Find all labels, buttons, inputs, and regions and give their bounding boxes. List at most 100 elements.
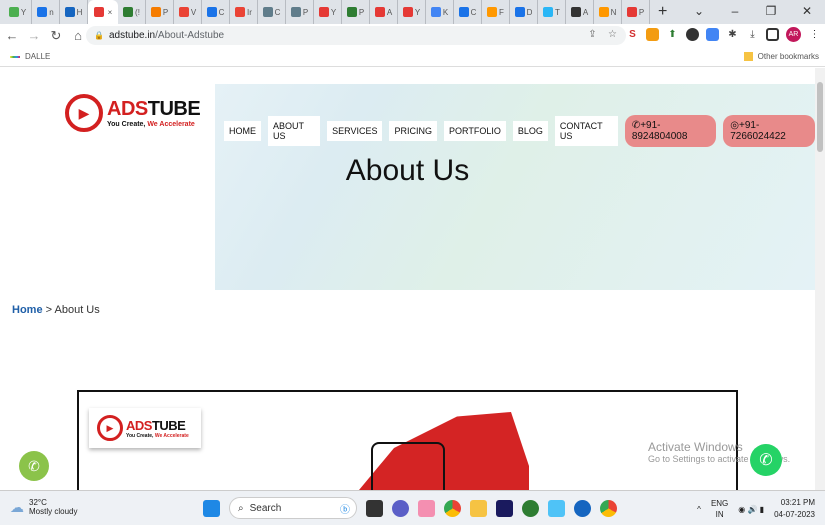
restore-button[interactable]: ❐ xyxy=(753,0,789,22)
browser-tab[interactable]: × xyxy=(88,0,118,24)
browser-tab[interactable]: A xyxy=(370,0,398,24)
floating-whatsapp-button[interactable]: ✆ xyxy=(750,444,782,476)
menu-kebab-icon[interactable]: ⋮ xyxy=(808,28,821,41)
app-green-icon[interactable] xyxy=(522,499,539,517)
tab-favicon xyxy=(235,7,246,17)
puzzle-icon[interactable]: ✱ xyxy=(726,28,739,41)
download-icon[interactable]: ⤓ xyxy=(746,28,759,41)
brand-tube: TUBE xyxy=(147,98,201,120)
browser-tab[interactable]: T xyxy=(538,0,566,24)
tray-chevron-icon[interactable]: ^ xyxy=(697,505,701,514)
browser-tab[interactable]: C xyxy=(454,0,482,24)
tab-title: P xyxy=(638,7,645,17)
extension-translate-icon[interactable] xyxy=(706,28,719,41)
browser-tab[interactable]: H xyxy=(60,0,88,24)
browser-tab[interactable]: (! xyxy=(118,0,146,24)
menu-portfolio[interactable]: PORTFOLIO xyxy=(443,121,506,141)
extension-gpt-icon[interactable] xyxy=(686,28,699,41)
floating-call-button[interactable]: ✆ xyxy=(19,451,49,481)
menu-pricing[interactable]: PRICING xyxy=(389,121,437,141)
close-tab-icon[interactable]: × xyxy=(108,8,113,17)
tab-title: C xyxy=(218,7,225,17)
taskbar-search[interactable]: ⌕ Search ⓑ xyxy=(229,497,357,519)
menu-blog[interactable]: BLOG xyxy=(512,121,548,141)
tab-search-icon[interactable]: ⌄ xyxy=(681,0,717,22)
tab-favicon xyxy=(8,7,19,17)
language-indicator[interactable]: ENG IN xyxy=(711,498,728,520)
tab-favicon xyxy=(430,7,441,17)
file-explorer-icon[interactable] xyxy=(470,499,487,517)
bookmark-dalle[interactable]: DALLE xyxy=(10,52,50,61)
browser-tab[interactable]: Y xyxy=(398,0,426,24)
tab-favicon xyxy=(318,7,329,17)
windows-start-icon[interactable] xyxy=(203,499,220,517)
after-effects-icon[interactable] xyxy=(496,499,513,517)
bookmark-star-icon[interactable]: ☆ xyxy=(606,28,619,41)
tab-favicon xyxy=(543,7,554,17)
browser-tab[interactable]: C xyxy=(202,0,230,24)
chrome-profile-icon[interactable] xyxy=(600,499,617,517)
tab-favicon xyxy=(262,7,273,17)
browser-tab[interactable]: F xyxy=(482,0,510,24)
weather-widget[interactable]: ☁ 32°C Mostly cloudy xyxy=(10,498,77,516)
lang-1: ENG xyxy=(710,499,729,508)
back-button[interactable]: ← xyxy=(2,28,22,43)
dalle-icon xyxy=(10,55,20,58)
browser-tab[interactable]: N xyxy=(594,0,622,24)
browser-tab[interactable]: D xyxy=(510,0,538,24)
browser-tab[interactable]: V xyxy=(174,0,202,24)
whatsapp-icon: ◎ xyxy=(730,120,739,131)
whatsapp-phone-button[interactable]: ◎+91-7266024422 xyxy=(723,115,815,147)
forward-button[interactable]: → xyxy=(24,28,44,43)
app-globe-icon[interactable] xyxy=(574,499,591,517)
lang-2: IN xyxy=(715,510,724,519)
clock[interactable]: 03:21 PM 04-07-2023 xyxy=(774,497,815,521)
tab-favicon xyxy=(290,7,301,17)
notepad-icon[interactable] xyxy=(548,499,565,517)
browser-tab[interactable]: P xyxy=(622,0,650,24)
browser-tab[interactable]: n xyxy=(32,0,60,24)
side-panel-icon[interactable] xyxy=(766,28,779,41)
chrome-icon[interactable] xyxy=(444,499,461,517)
browser-tab[interactable]: Y xyxy=(4,0,32,24)
menu-services[interactable]: SERVICES xyxy=(327,121,383,141)
minimize-button[interactable]: – xyxy=(717,0,753,22)
close-window-button[interactable]: ✕ xyxy=(789,0,825,22)
browser-tab[interactable]: P xyxy=(146,0,174,24)
browser-tab[interactable]: P xyxy=(286,0,314,24)
bookmark-label: DALLE xyxy=(25,52,51,61)
page-scrollbar[interactable] xyxy=(815,68,825,490)
task-view-icon[interactable] xyxy=(366,499,383,517)
tab-favicon xyxy=(206,7,217,17)
menu-contact[interactable]: CONTACT US xyxy=(554,116,618,146)
browser-tab[interactable]: C xyxy=(258,0,286,24)
menu-about[interactable]: ABOUT US xyxy=(268,116,321,146)
home-button[interactable]: ⌂ xyxy=(68,28,88,43)
new-tab-button[interactable]: + xyxy=(658,3,667,21)
browser-tab[interactable]: A xyxy=(566,0,594,24)
teams-icon[interactable] xyxy=(392,499,409,517)
watermark-title: Activate Windows xyxy=(648,440,743,454)
profile-avatar[interactable]: AR xyxy=(786,27,801,42)
reload-button[interactable]: ↻ xyxy=(46,28,66,44)
share-icon[interactable]: ⇪ xyxy=(586,28,599,41)
url-host: adstube.in xyxy=(108,30,156,41)
extension-green-icon[interactable]: ⬆ xyxy=(666,28,679,41)
browser-tab[interactable]: Y xyxy=(314,0,342,24)
wifi-volume-battery-icons[interactable]: ◉ 🔊 ▮ xyxy=(738,505,764,514)
browser-tab[interactable]: K xyxy=(426,0,454,24)
scrollbar-thumb[interactable] xyxy=(817,82,823,152)
site-logo[interactable]: ▶ ADSTUBE You Create, We Accelerate xyxy=(65,94,201,132)
browser-tab[interactable]: Ir xyxy=(230,0,258,24)
menu-home[interactable]: HOME xyxy=(224,121,261,141)
extension-orange-icon[interactable] xyxy=(646,28,659,41)
tab-title: P xyxy=(358,7,365,17)
phone-button[interactable]: ✆+91-8924804008 xyxy=(624,115,717,147)
breadcrumb-home[interactable]: Home xyxy=(12,304,43,316)
app-icon[interactable] xyxy=(418,499,435,517)
extension-s-icon[interactable]: S xyxy=(626,28,639,41)
browser-tab[interactable]: P xyxy=(342,0,370,24)
tab-title: (! xyxy=(135,7,140,17)
other-bookmarks[interactable]: Other bookmarks xyxy=(743,52,819,61)
address-bar[interactable]: 🔒 adstube.in/About-Adstube xyxy=(86,26,626,45)
